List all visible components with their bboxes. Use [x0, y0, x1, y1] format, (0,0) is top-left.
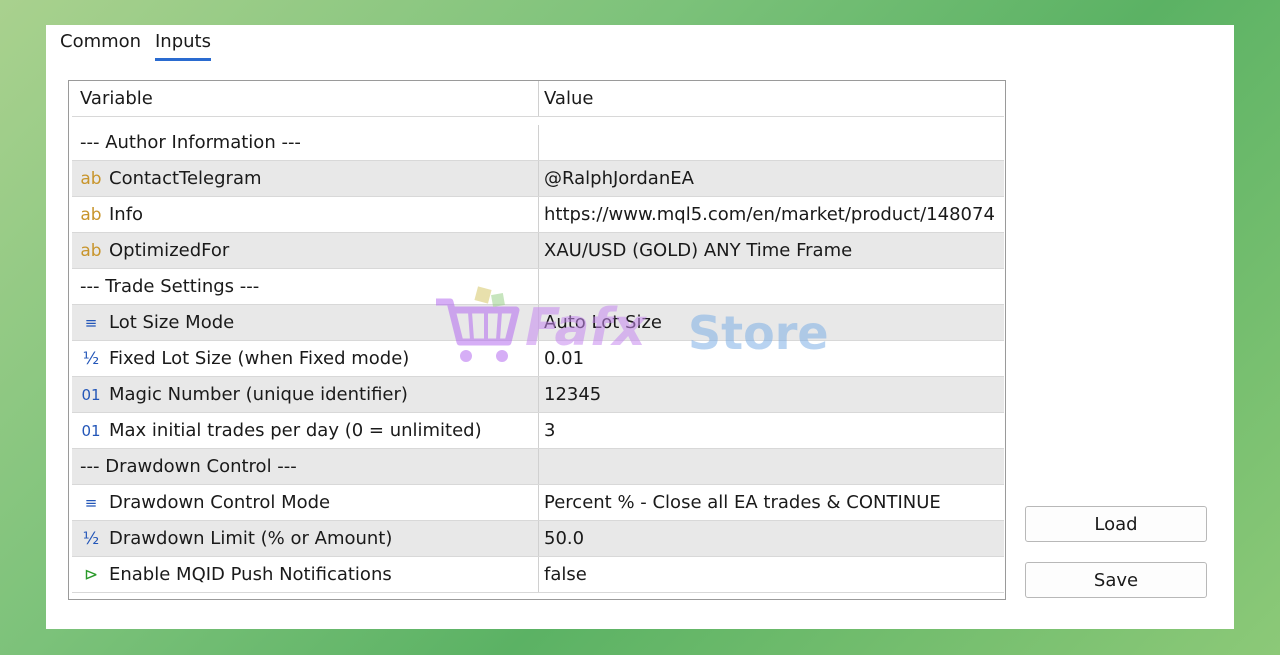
- variable-name: Drawdown Limit (% or Amount): [109, 528, 393, 549]
- double-type-icon: ½: [82, 528, 100, 549]
- table-row[interactable]: ab OptimizedFor XAU/USD (GOLD) ANY Time F…: [72, 233, 1004, 269]
- bool-type-icon: ⊳: [83, 564, 99, 585]
- value-cell[interactable]: 50.0: [539, 521, 1004, 556]
- value-text: false: [544, 564, 587, 585]
- variable-cell: --- Drawdown Control ---: [72, 449, 539, 484]
- table-row[interactable]: 01 Max initial trades per day (0 = unlimi…: [72, 413, 1004, 449]
- variable-name: --- Drawdown Control ---: [80, 456, 297, 477]
- value-cell[interactable]: https://www.mql5.com/en/market/product/1…: [539, 197, 1004, 232]
- variable-cell: ab OptimizedFor: [72, 233, 539, 268]
- value-text: @RalphJordanEA: [544, 168, 694, 189]
- variable-cell: ab Info: [72, 197, 539, 232]
- table-row[interactable]: ≡ Drawdown Control Mode Percent % - Close…: [72, 485, 1004, 521]
- variable-cell: 01 Max initial trades per day (0 = unlimi…: [72, 413, 539, 448]
- variable-cell: --- Author Information ---: [72, 125, 539, 160]
- table-row[interactable]: --- Drawdown Control ---: [72, 449, 1004, 485]
- inputs-table: Variable Value --- Author Information --…: [68, 80, 1006, 600]
- table-row[interactable]: 01 Magic Number (unique identifier) 12345: [72, 377, 1004, 413]
- variable-cell: --- Trade Settings ---: [72, 269, 539, 304]
- value-cell[interactable]: Auto Lot Size: [539, 305, 1004, 340]
- table-row[interactable]: ⊳ Enable MQID Push Notifications false: [72, 557, 1004, 593]
- variable-cell: ⊳ Enable MQID Push Notifications: [72, 557, 539, 592]
- value-cell[interactable]: [539, 269, 1004, 304]
- value-cell[interactable]: @RalphJordanEA: [539, 161, 1004, 196]
- table-row[interactable]: --- Author Information ---: [72, 125, 1004, 161]
- string-type-icon: ab: [80, 240, 102, 261]
- value-cell[interactable]: Percent % - Close all EA trades & CONTIN…: [539, 485, 1004, 520]
- variable-cell: ≡ Drawdown Control Mode: [72, 485, 539, 520]
- variable-name: --- Trade Settings ---: [80, 276, 260, 297]
- value-text: Auto Lot Size: [544, 312, 662, 333]
- value-cell[interactable]: 3: [539, 413, 1004, 448]
- input-parameters-dialog: Common Inputs Variable Value --- Author …: [46, 25, 1234, 629]
- value-text: 12345: [544, 384, 602, 405]
- save-button[interactable]: Save: [1025, 562, 1207, 598]
- variable-name: OptimizedFor: [109, 240, 230, 261]
- enum-type-icon: ≡: [84, 493, 98, 512]
- variable-name: Drawdown Control Mode: [109, 492, 331, 513]
- value-text: 3: [544, 420, 556, 441]
- string-type-icon: ab: [80, 168, 102, 189]
- variable-cell: ≡ Lot Size Mode: [72, 305, 539, 340]
- variable-name: --- Author Information ---: [80, 132, 301, 153]
- value-cell[interactable]: XAU/USD (GOLD) ANY Time Frame: [539, 233, 1004, 268]
- variable-cell: 01 Magic Number (unique identifier): [72, 377, 539, 412]
- tab-inputs[interactable]: Inputs: [155, 31, 211, 61]
- value-text: Percent % - Close all EA trades & CONTIN…: [544, 492, 941, 513]
- table-row[interactable]: ab Info https://www.mql5.com/en/market/pr…: [72, 197, 1004, 233]
- value-cell[interactable]: 12345: [539, 377, 1004, 412]
- value-text: 0.01: [544, 348, 585, 369]
- table-row[interactable]: --- Trade Settings ---: [72, 269, 1004, 305]
- column-header-value[interactable]: Value: [539, 81, 1004, 116]
- tab-common[interactable]: Common: [60, 31, 141, 58]
- table-header: Variable Value: [72, 81, 1004, 117]
- value-cell[interactable]: [539, 449, 1004, 484]
- value-cell[interactable]: false: [539, 557, 1004, 592]
- load-button[interactable]: Load: [1025, 506, 1207, 542]
- variable-name: ContactTelegram: [109, 168, 262, 189]
- value-text: 50.0: [544, 528, 585, 549]
- variable-cell: ½ Drawdown Limit (% or Amount): [72, 521, 539, 556]
- variable-name: Magic Number (unique identifier): [109, 384, 408, 405]
- column-header-variable[interactable]: Variable: [72, 81, 539, 116]
- table-row[interactable]: ab ContactTelegram @RalphJordanEA: [72, 161, 1004, 197]
- variable-name: Max initial trades per day (0 = unlimite…: [109, 420, 482, 441]
- value-text: https://www.mql5.com/en/market/product/1…: [544, 204, 995, 225]
- value-text: XAU/USD (GOLD) ANY Time Frame: [544, 240, 853, 261]
- string-type-icon: ab: [80, 204, 102, 225]
- enum-type-icon: ≡: [84, 313, 98, 332]
- table-row[interactable]: ½ Drawdown Limit (% or Amount) 50.0: [72, 521, 1004, 557]
- variable-name: Lot Size Mode: [109, 312, 235, 333]
- integer-type-icon: 01: [81, 421, 101, 440]
- table-row[interactable]: ½ Fixed Lot Size (when Fixed mode) 0.01: [72, 341, 1004, 377]
- integer-type-icon: 01: [81, 385, 101, 404]
- value-cell[interactable]: [539, 125, 1004, 160]
- variable-cell: ½ Fixed Lot Size (when Fixed mode): [72, 341, 539, 376]
- variable-cell: ab ContactTelegram: [72, 161, 539, 196]
- table-row[interactable]: ≡ Lot Size Mode Auto Lot Size: [72, 305, 1004, 341]
- double-type-icon: ½: [82, 348, 100, 369]
- variable-name: Fixed Lot Size (when Fixed mode): [109, 348, 410, 369]
- variable-name: Enable MQID Push Notifications: [109, 564, 392, 585]
- value-cell[interactable]: 0.01: [539, 341, 1004, 376]
- variable-name: Info: [109, 204, 144, 225]
